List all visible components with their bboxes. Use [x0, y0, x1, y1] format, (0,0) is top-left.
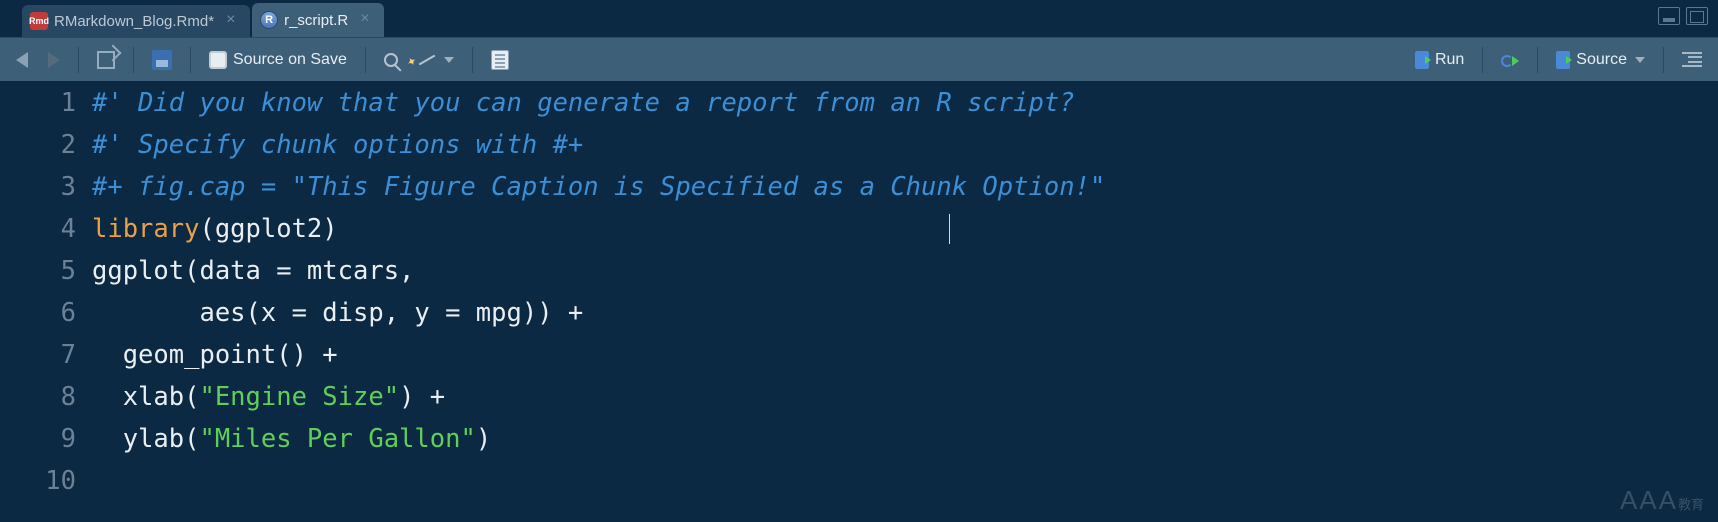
separator — [133, 47, 134, 73]
tab-r-script[interactable]: R r_script.R × — [252, 3, 384, 37]
nav-forward-button[interactable] — [42, 49, 66, 71]
compile-report-button[interactable] — [485, 47, 515, 73]
search-icon — [384, 53, 398, 67]
tab-bar: Rmd RMarkdown_Blog.Rmd* × R r_script.R × — [0, 0, 1718, 38]
magic-wand-icon — [419, 54, 436, 65]
outline-icon — [1682, 52, 1702, 68]
code-token: aes(x = disp, y = mpg)) + — [92, 298, 583, 328]
checkbox-icon — [209, 51, 227, 69]
popout-icon — [97, 51, 115, 69]
code-token: #+ fig.cap = "This Figure Caption is Spe… — [92, 172, 1105, 202]
code-token: "Engine Size" — [199, 382, 399, 412]
nav-back-button[interactable] — [10, 49, 34, 71]
code-token: ) + — [399, 382, 445, 412]
line-number: 6 — [0, 292, 76, 334]
source-label: Source — [1576, 51, 1627, 69]
close-icon[interactable]: × — [360, 13, 374, 27]
maximize-pane-icon[interactable] — [1686, 7, 1708, 25]
line-number: 1 — [0, 82, 76, 124]
separator — [190, 47, 191, 73]
source-on-save-label: Source on Save — [233, 51, 347, 69]
code-token: ylab( — [92, 424, 199, 454]
tab-rmarkdown-blog[interactable]: Rmd RMarkdown_Blog.Rmd* × — [22, 5, 250, 37]
chevron-down-icon — [444, 57, 454, 63]
code-token: geom_point() + — [92, 340, 338, 370]
separator — [78, 47, 79, 73]
code-line[interactable]: geom_point() + — [92, 334, 1718, 376]
code-token: ggplot(data = mtcars, — [92, 256, 414, 286]
code-token: (ggplot2) — [199, 214, 337, 244]
arrow-right-icon — [48, 52, 60, 68]
find-replace-button[interactable] — [378, 50, 404, 70]
code-line[interactable]: #' Did you know that you can generate a … — [92, 82, 1718, 124]
line-number: 4 — [0, 208, 76, 250]
code-line[interactable]: aes(x = disp, y = mpg)) + — [92, 292, 1718, 334]
tab-label: r_script.R — [284, 12, 348, 29]
code-line[interactable]: ggplot(data = mtcars, — [92, 250, 1718, 292]
rerun-button[interactable] — [1495, 50, 1525, 70]
code-tools-button[interactable] — [412, 54, 460, 66]
chevron-down-icon — [1635, 57, 1645, 63]
close-icon[interactable]: × — [226, 14, 240, 28]
separator — [1482, 47, 1483, 73]
run-button[interactable]: Run — [1409, 48, 1470, 72]
source-icon — [1556, 51, 1570, 69]
code-area[interactable]: #' Did you know that you can generate a … — [92, 82, 1718, 522]
text-cursor — [949, 214, 950, 244]
save-icon — [152, 50, 172, 70]
line-number: 5 — [0, 250, 76, 292]
tab-label: RMarkdown_Blog.Rmd* — [54, 13, 214, 30]
r-file-icon: R — [260, 11, 278, 29]
arrow-left-icon — [16, 52, 28, 68]
code-line[interactable]: #' Specify chunk options with #+ — [92, 124, 1718, 166]
code-editor[interactable]: 12345678910 #' Did you know that you can… — [0, 82, 1718, 522]
pane-controls — [1658, 7, 1708, 25]
separator — [472, 47, 473, 73]
rmd-file-icon: Rmd — [30, 12, 48, 30]
line-number: 9 — [0, 418, 76, 460]
notebook-icon — [491, 50, 509, 70]
show-in-new-window-button[interactable] — [91, 48, 121, 72]
code-line[interactable]: ylab("Miles Per Gallon") — [92, 418, 1718, 460]
line-number: 8 — [0, 376, 76, 418]
separator — [1537, 47, 1538, 73]
save-button[interactable] — [146, 47, 178, 73]
run-label: Run — [1435, 51, 1464, 69]
code-line[interactable]: #+ fig.cap = "This Figure Caption is Spe… — [92, 166, 1718, 208]
separator — [1663, 47, 1664, 73]
code-token: "Miles Per Gallon" — [199, 424, 475, 454]
code-line[interactable]: xlab("Engine Size") + — [92, 376, 1718, 418]
line-number: 3 — [0, 166, 76, 208]
line-number: 2 — [0, 124, 76, 166]
source-on-save-toggle[interactable]: Source on Save — [203, 48, 353, 72]
watermark-sub: 教育 — [1678, 497, 1704, 512]
source-button[interactable]: Source — [1550, 48, 1651, 72]
code-token: library — [92, 214, 199, 244]
line-number: 10 — [0, 460, 76, 502]
code-token: ) — [476, 424, 491, 454]
minimize-pane-icon[interactable] — [1658, 7, 1680, 25]
rerun-icon — [1501, 53, 1519, 67]
code-token: xlab( — [92, 382, 199, 412]
document-outline-button[interactable] — [1676, 49, 1708, 71]
watermark: AAA教育 — [1620, 485, 1704, 516]
watermark-main: AAA — [1620, 485, 1678, 515]
code-token: #' Did you know that you can generate a … — [92, 88, 1075, 118]
run-icon — [1415, 51, 1429, 69]
code-line[interactable]: library(ggplot2) — [92, 208, 1718, 250]
line-number-gutter: 12345678910 — [0, 82, 92, 522]
separator — [365, 47, 366, 73]
editor-toolbar: Source on Save Run Source — [0, 38, 1718, 82]
code-token: #' Specify chunk options with #+ — [92, 130, 583, 160]
line-number: 7 — [0, 334, 76, 376]
